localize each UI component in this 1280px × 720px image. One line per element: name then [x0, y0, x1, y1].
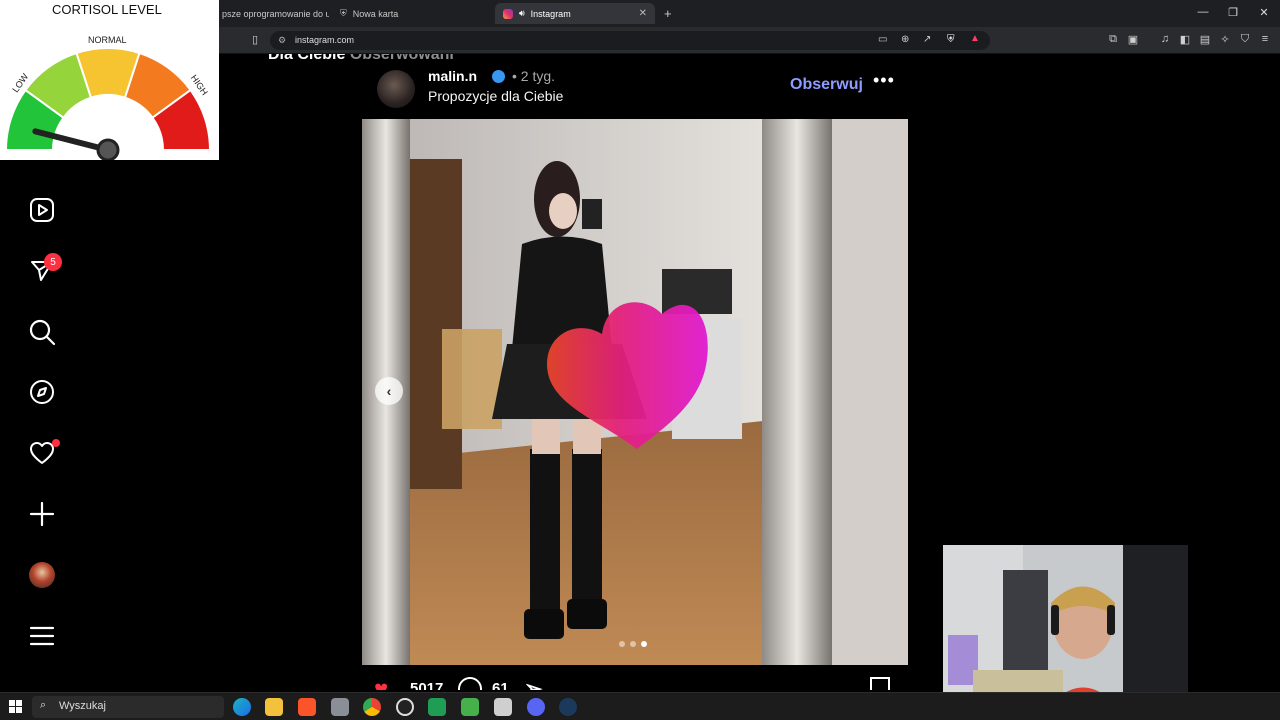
- like-heart-icon[interactable]: ♥: [374, 676, 388, 690]
- post-time: • 2 tyg.: [512, 68, 556, 84]
- carousel-dot: [630, 641, 636, 647]
- tab-software[interactable]: psze oprogramowanie do u: [214, 3, 329, 24]
- sidebar-toggle-icon[interactable]: ◧: [1178, 33, 1192, 46]
- new-tab-button[interactable]: +: [660, 3, 680, 24]
- notification-dot: [52, 439, 60, 447]
- messages-badge: 5: [44, 253, 62, 271]
- brave-rewards-icon[interactable]: ▲: [970, 33, 980, 44]
- close-tab-icon[interactable]: ✕: [639, 8, 647, 19]
- tab-instagram[interactable]: 🔊︎ Instagram ✕: [495, 3, 655, 24]
- tab-following[interactable]: Obserwowani: [350, 54, 454, 63]
- steam-icon[interactable]: [559, 698, 577, 716]
- more-menu-icon[interactable]: [26, 620, 58, 652]
- search-placeholder: Wyszukaj: [59, 700, 106, 712]
- cast-icon[interactable]: ▭: [878, 34, 887, 45]
- post-suggestion-label: Propozycje dla Ciebie: [428, 88, 564, 104]
- profile-avatar[interactable]: [26, 559, 58, 591]
- feed-heading: Dla Ciebie Obserwowani: [268, 54, 454, 64]
- edge-icon[interactable]: [233, 698, 251, 716]
- post-options-button[interactable]: •••: [873, 70, 895, 91]
- tab-label: psze oprogramowanie do u: [222, 8, 329, 19]
- brave-icon[interactable]: [298, 698, 316, 716]
- create-plus-icon[interactable]: [26, 498, 58, 530]
- share-icon[interactable]: ➢: [524, 676, 542, 690]
- gauge-hub: [96, 138, 120, 160]
- url-text: instagram.com: [295, 35, 355, 45]
- restore-button[interactable]: ❐: [1218, 6, 1248, 19]
- wallet-icon[interactable]: ▣: [1126, 33, 1140, 46]
- speaker-icon[interactable]: 🔊︎: [519, 8, 525, 19]
- shield-icon: ⛨: [340, 8, 347, 18]
- menu-icon[interactable]: ≡: [1258, 33, 1272, 45]
- extensions-icon[interactable]: ⧉: [1106, 33, 1120, 46]
- comment-count[interactable]: 61: [492, 680, 509, 690]
- media-player-icon[interactable]: [428, 698, 446, 716]
- search-icon[interactable]: [26, 316, 58, 348]
- discord-icon[interactable]: [527, 698, 545, 716]
- cortisol-gauge-overlay: CORTISOL LEVEL NORMAL LOW HIGH: [0, 0, 219, 160]
- tab-new-tab[interactable]: ⛨ Nowa karta: [332, 3, 492, 24]
- app-icon-3[interactable]: [494, 698, 512, 716]
- explore-icon[interactable]: [26, 376, 58, 408]
- instagram-icon: [503, 8, 513, 19]
- save-bookmark-icon[interactable]: [870, 677, 890, 690]
- leo-ai-icon[interactable]: ✧: [1218, 33, 1232, 46]
- verified-badge-icon: [492, 70, 505, 83]
- carousel-indicator: [619, 641, 647, 647]
- reels-icon[interactable]: [26, 194, 58, 226]
- chrome-icon[interactable]: [363, 698, 381, 716]
- mirror-selfie-image: [362, 119, 908, 665]
- brave-shield-icon[interactable]: ⛨: [947, 34, 955, 45]
- minimize-button[interactable]: —: [1188, 6, 1218, 18]
- app-icon-2[interactable]: [461, 698, 479, 716]
- windows-start-icon[interactable]: [9, 700, 22, 713]
- file-explorer-icon[interactable]: [265, 698, 283, 716]
- gauge-dial: [4, 47, 212, 160]
- music-icon[interactable]: ♫: [1158, 33, 1172, 45]
- vpn-icon[interactable]: ⛉: [1238, 33, 1252, 46]
- taskbar-search[interactable]: ⌕ Wyszukaj: [32, 696, 224, 718]
- post-author-username[interactable]: malin.n: [428, 68, 477, 84]
- close-window-button[interactable]: ✕: [1249, 6, 1279, 19]
- share-icon[interactable]: ↗: [923, 34, 931, 45]
- tab-label: Instagram: [530, 8, 571, 19]
- tab-label: Nowa karta: [352, 8, 399, 19]
- crypto-wallet-icon[interactable]: ▤: [1198, 33, 1212, 46]
- bookmark-icon[interactable]: ▯: [248, 33, 262, 46]
- search-icon: ⌕: [40, 699, 47, 711]
- post-author-avatar[interactable]: [377, 70, 415, 108]
- site-info-icon[interactable]: ⚙: [278, 35, 286, 46]
- post-image[interactable]: [362, 119, 908, 665]
- windows-taskbar: ⌕ Wyszukaj: [0, 692, 1280, 720]
- carousel-dot-active: [641, 641, 647, 647]
- url-field[interactable]: ⚙ instagram.com ▭ ⊕ ↗ ⛨ ▲: [270, 31, 990, 50]
- gauge-label-normal: NORMAL: [88, 35, 127, 45]
- carousel-dot: [619, 641, 625, 647]
- zoom-icon[interactable]: ⊕: [901, 34, 909, 45]
- comment-icon[interactable]: [458, 677, 482, 690]
- app-icon[interactable]: [331, 698, 349, 716]
- carousel-prev-button[interactable]: ‹: [375, 377, 403, 405]
- follow-button[interactable]: Obserwuj: [790, 76, 863, 94]
- like-count[interactable]: 5017: [410, 680, 443, 690]
- tab-for-you[interactable]: Dla Ciebie: [268, 54, 345, 63]
- obs-icon[interactable]: [396, 698, 414, 716]
